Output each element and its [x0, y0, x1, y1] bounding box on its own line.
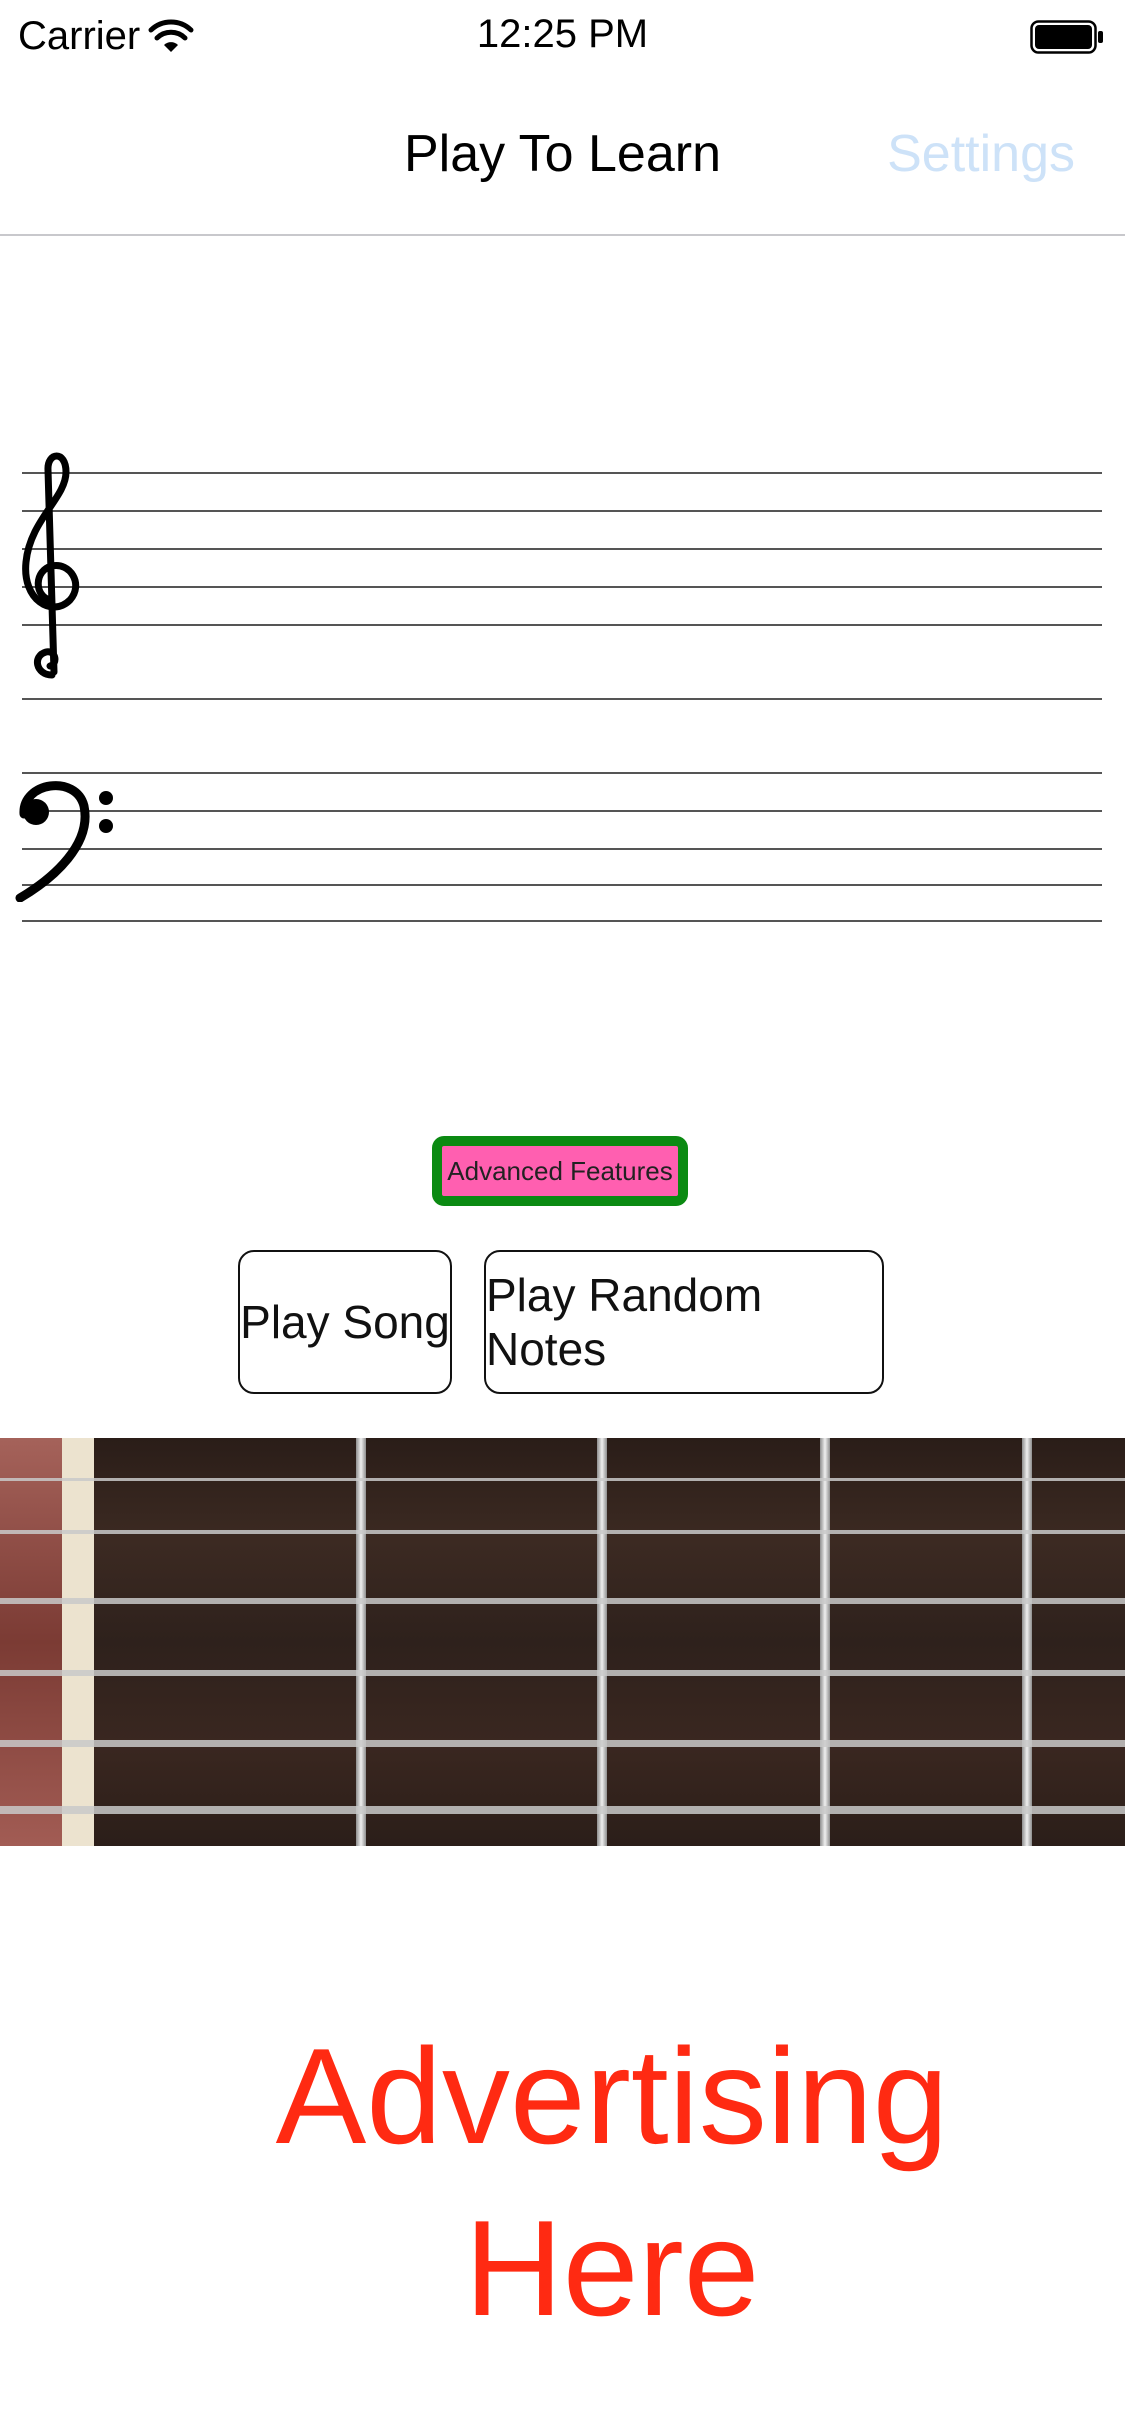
guitar-string[interactable]	[0, 1530, 1125, 1534]
fret	[356, 1438, 366, 1846]
staff-line	[22, 698, 1102, 700]
staff-line	[22, 920, 1102, 922]
guitar-string[interactable]	[0, 1670, 1125, 1676]
guitar-string[interactable]	[0, 1598, 1125, 1604]
staff-line	[22, 510, 1102, 512]
guitar-string[interactable]	[0, 1478, 1125, 1481]
staff-line	[22, 848, 1102, 850]
settings-button[interactable]: Settings	[887, 124, 1075, 184]
grand-staff	[0, 420, 1125, 940]
play-random-notes-button[interactable]: Play Random Notes	[484, 1250, 884, 1394]
staff-line	[22, 810, 1102, 812]
treble-clef-icon	[22, 452, 80, 679]
staff-line	[22, 472, 1102, 474]
guitar-string[interactable]	[0, 1740, 1125, 1747]
status-bar: Carrier 12:25 PM	[0, 0, 1125, 72]
navigation-bar: Play To Learn Settings	[0, 72, 1125, 236]
advertising-banner[interactable]: Advertising Here	[232, 2010, 992, 2354]
guitar-string[interactable]	[0, 1806, 1125, 1814]
staff-line	[22, 586, 1102, 588]
bass-clef-icon	[15, 781, 113, 902]
guitar-fretboard[interactable]	[0, 1438, 1125, 1846]
nut	[62, 1438, 94, 1846]
staff-line	[22, 884, 1102, 886]
fret	[1022, 1438, 1032, 1846]
advertising-line-2: Here	[464, 2192, 760, 2344]
advertising-line-1: Advertising	[275, 2020, 949, 2172]
advanced-features-button[interactable]: Advanced Features	[432, 1136, 688, 1206]
headstock	[0, 1438, 62, 1846]
clock: 12:25 PM	[476, 12, 649, 56]
battery-icon	[1030, 20, 1103, 54]
fret	[820, 1438, 830, 1846]
staff-line	[22, 624, 1102, 626]
staff-line	[22, 772, 1102, 774]
fret	[597, 1438, 607, 1846]
play-song-button[interactable]: Play Song	[238, 1250, 452, 1394]
staff-line	[22, 548, 1102, 550]
screen: Carrier 12:25 PM Play To Learn Settings	[0, 0, 1125, 2436]
